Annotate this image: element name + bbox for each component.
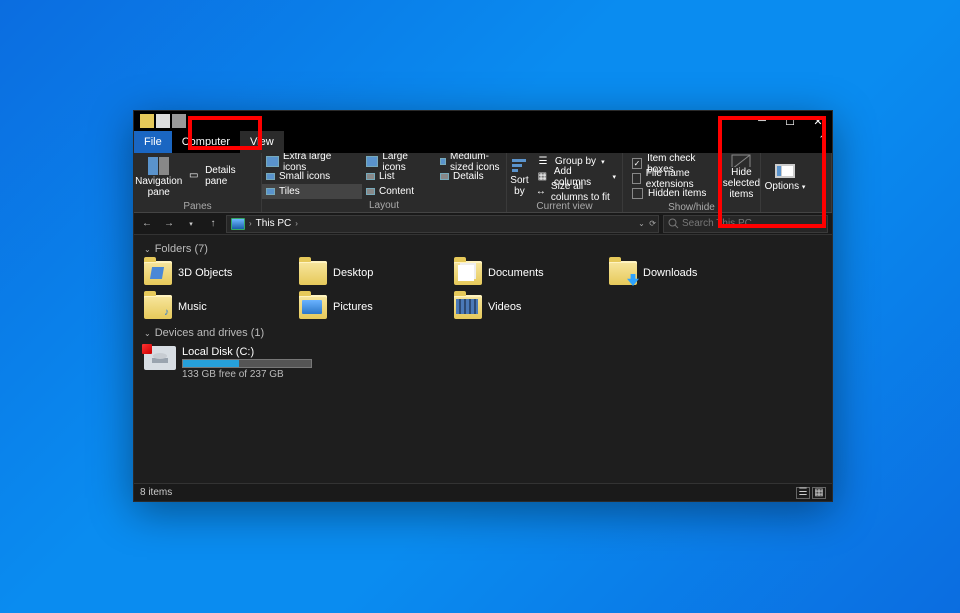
layout-content[interactable]: Content [362, 184, 436, 199]
folder-label: Videos [488, 301, 521, 313]
navigation-pane-button[interactable]: Navigation pane [134, 154, 183, 200]
nav-history-button[interactable]: ▾ [182, 215, 200, 233]
folder-item[interactable]: Videos [454, 293, 609, 321]
item-check-boxes-checkbox[interactable] [632, 158, 642, 169]
folder-label: Documents [488, 267, 544, 279]
layout-small[interactable]: Small icons [262, 169, 362, 184]
search-icon [668, 218, 679, 229]
layout-extra-large[interactable]: Extra large icons [262, 154, 362, 169]
search-input[interactable]: Search This PC [663, 215, 828, 233]
group-by-icon: ☰ [536, 156, 550, 167]
drive-free-text: 133 GB free of 237 GB [182, 369, 312, 380]
drive-label: Local Disk (C:) [182, 346, 312, 358]
file-extensions-checkbox[interactable] [632, 173, 641, 184]
minimize-button[interactable]: ─ [748, 111, 776, 131]
sort-by-label: Sort by [507, 175, 532, 197]
details-pane-icon: ▭ [187, 170, 200, 181]
folder-item[interactable]: Music [144, 293, 299, 321]
nav-back-button[interactable]: ← [138, 215, 156, 233]
navigation-pane-label: Navigation pane [134, 176, 183, 198]
breadcrumb-location[interactable]: This PC [256, 218, 292, 229]
folder-icon [144, 295, 172, 319]
nav-up-button[interactable]: ↑ [204, 215, 222, 233]
title-bar: ─ ☐ ✕ [134, 111, 832, 131]
group-label-panes: Panes [134, 200, 261, 213]
tab-computer[interactable]: Computer [172, 131, 240, 153]
size-columns-icon: ↔ [536, 186, 546, 197]
add-columns-icon: ▦ [536, 171, 549, 182]
search-placeholder: Search This PC [682, 218, 752, 229]
this-pc-icon [231, 218, 245, 230]
layout-list[interactable]: List [362, 169, 436, 184]
hide-selected-label: Hide selected items [723, 167, 760, 200]
refresh-dropdown[interactable]: ⌄ ⟳ [638, 219, 656, 228]
group-label-current-view: Current view [507, 200, 622, 213]
collapse-ribbon-button[interactable]: ⌃ [818, 134, 826, 145]
content-area: ⌄ Folders (7) 3D Objects Desktop Documents… [134, 235, 832, 483]
layout-medium[interactable]: Medium-sized icons [436, 154, 506, 169]
layout-large[interactable]: Large icons [362, 154, 436, 169]
folder-icon [299, 261, 327, 285]
chevron-down-icon: ⌄ [144, 245, 151, 254]
folder-label: Desktop [333, 267, 373, 279]
folders-header[interactable]: ⌄ Folders (7) [144, 243, 822, 255]
hide-selected-button[interactable]: Hide selected items [723, 154, 760, 200]
chevron-right-icon[interactable]: › [249, 219, 252, 228]
storage-bar [182, 359, 312, 368]
maximize-button[interactable]: ☐ [776, 111, 804, 131]
options-button[interactable]: Options ▾ [761, 154, 809, 200]
address-bar: ← → ▾ ↑ › This PC › ⌄ ⟳ Search This PC [134, 213, 832, 235]
folder-item[interactable]: Desktop [299, 259, 454, 287]
sort-by-button[interactable]: Sort by [507, 154, 532, 200]
folder-icon [454, 261, 482, 285]
folder-item[interactable]: Documents [454, 259, 609, 287]
folder-icon [299, 295, 327, 319]
view-large-button[interactable]: ▦ [812, 487, 826, 499]
file-explorer-window: ─ ☐ ✕ File Computer View ⌃ Navigation pa… [133, 110, 833, 502]
quick-access-toolbar [140, 114, 186, 128]
folder-item[interactable]: 3D Objects [144, 259, 299, 287]
details-pane-button[interactable]: ▭ Details pane [183, 168, 261, 183]
ribbon-tabs: File Computer View ⌃ [134, 131, 832, 153]
disk-icon [144, 346, 176, 370]
folder-icon [609, 261, 637, 285]
file-name-extensions-toggle[interactable]: File name extensions [628, 171, 723, 186]
layout-details[interactable]: Details [436, 169, 489, 184]
folder-icon [454, 295, 482, 319]
chevron-right-icon[interactable]: › [295, 219, 298, 228]
group-label-layout: Layout [262, 199, 506, 212]
nav-forward-button[interactable]: → [160, 215, 178, 233]
close-button[interactable]: ✕ [804, 111, 832, 131]
options-label: Options [765, 181, 799, 192]
folder-label: 3D Objects [178, 267, 232, 279]
status-bar: 8 items ☰ ▦ [134, 483, 832, 501]
tab-file[interactable]: File [134, 131, 172, 153]
folder-item[interactable]: Pictures [299, 293, 454, 321]
folder-icon [144, 261, 172, 285]
status-item-count: 8 items [140, 487, 172, 498]
properties-icon[interactable] [156, 114, 170, 128]
folder-label: Music [178, 301, 207, 313]
explorer-icon [140, 114, 154, 128]
layout-tiles[interactable]: Tiles [262, 184, 362, 199]
drive-item[interactable]: Local Disk (C:) 133 GB free of 237 GB [144, 343, 822, 383]
view-details-button[interactable]: ☰ [796, 487, 810, 499]
tab-view[interactable]: View [240, 131, 284, 153]
hidden-items-checkbox[interactable] [632, 188, 643, 199]
folder-item[interactable]: Downloads [609, 259, 764, 287]
chevron-down-icon: ⌄ [144, 329, 151, 338]
folder-label: Pictures [333, 301, 373, 313]
new-folder-icon[interactable] [172, 114, 186, 128]
size-columns-button[interactable]: ↔Size all columns to fit [532, 184, 622, 199]
breadcrumb[interactable]: › This PC › ⌄ ⟳ [226, 215, 659, 233]
drives-header[interactable]: ⌄ Devices and drives (1) [144, 327, 822, 339]
folder-label: Downloads [643, 267, 697, 279]
ribbon: Navigation pane ▭ Details pane Panes Ext… [134, 153, 832, 213]
hidden-items-toggle[interactable]: Hidden items [628, 186, 723, 201]
